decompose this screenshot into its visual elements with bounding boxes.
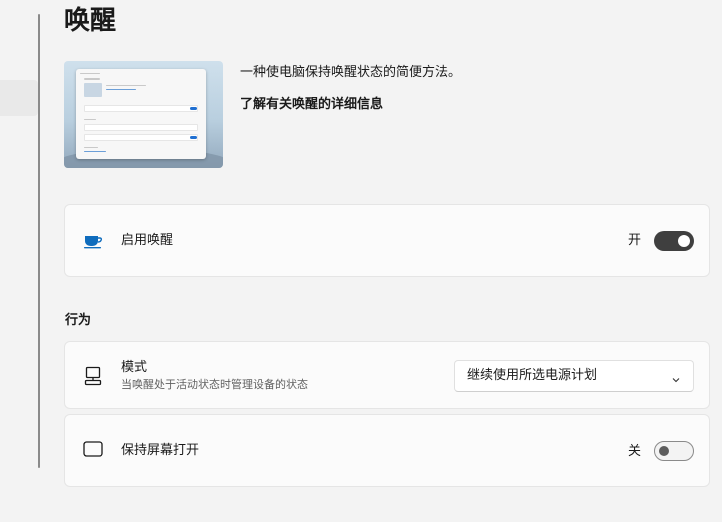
mode-dropdown-value: 继续使用所选电源计划 [467, 368, 598, 383]
mode-dropdown[interactable]: 继续使用所选电源计划 [454, 360, 694, 392]
keep-screen-on-label: 保持屏幕打开 [121, 443, 200, 458]
enable-awake-toggle[interactable] [654, 231, 694, 251]
awake-preview-image [64, 61, 223, 168]
screen-icon [83, 441, 103, 461]
sidebar-edge [0, 0, 38, 522]
enable-awake-card: 启用唤醒 开 [64, 204, 710, 277]
chevron-down-icon [671, 370, 681, 389]
mode-label: 模式 [121, 360, 148, 375]
computer-icon [83, 366, 103, 390]
mode-description: 当唤醒处于活动状态时管理设备的状态 [121, 378, 308, 391]
sidebar-selected-item[interactable] [0, 80, 38, 116]
keep-screen-on-toggle[interactable] [654, 441, 694, 461]
mode-card: 模式 当唤醒处于活动状态时管理设备的状态 继续使用所选电源计划 [64, 341, 710, 409]
learn-more-link[interactable]: 了解有关唤醒的详细信息 [240, 96, 383, 114]
keep-screen-on-state: 关 [628, 444, 642, 459]
keep-screen-on-card: 保持屏幕打开 关 [64, 414, 710, 487]
behavior-section-title: 行为 [65, 313, 92, 328]
scrollbar[interactable] [38, 14, 40, 468]
coffee-cup-icon [83, 233, 103, 253]
enable-awake-label: 启用唤醒 [121, 233, 174, 248]
page-title: 唤醒 [64, 6, 117, 36]
toggle-knob [678, 235, 690, 247]
enable-awake-state: 开 [628, 233, 642, 248]
toggle-knob [659, 446, 669, 456]
hero-description: 一种使电脑保持唤醒状态的简便方法。 [240, 65, 462, 80]
